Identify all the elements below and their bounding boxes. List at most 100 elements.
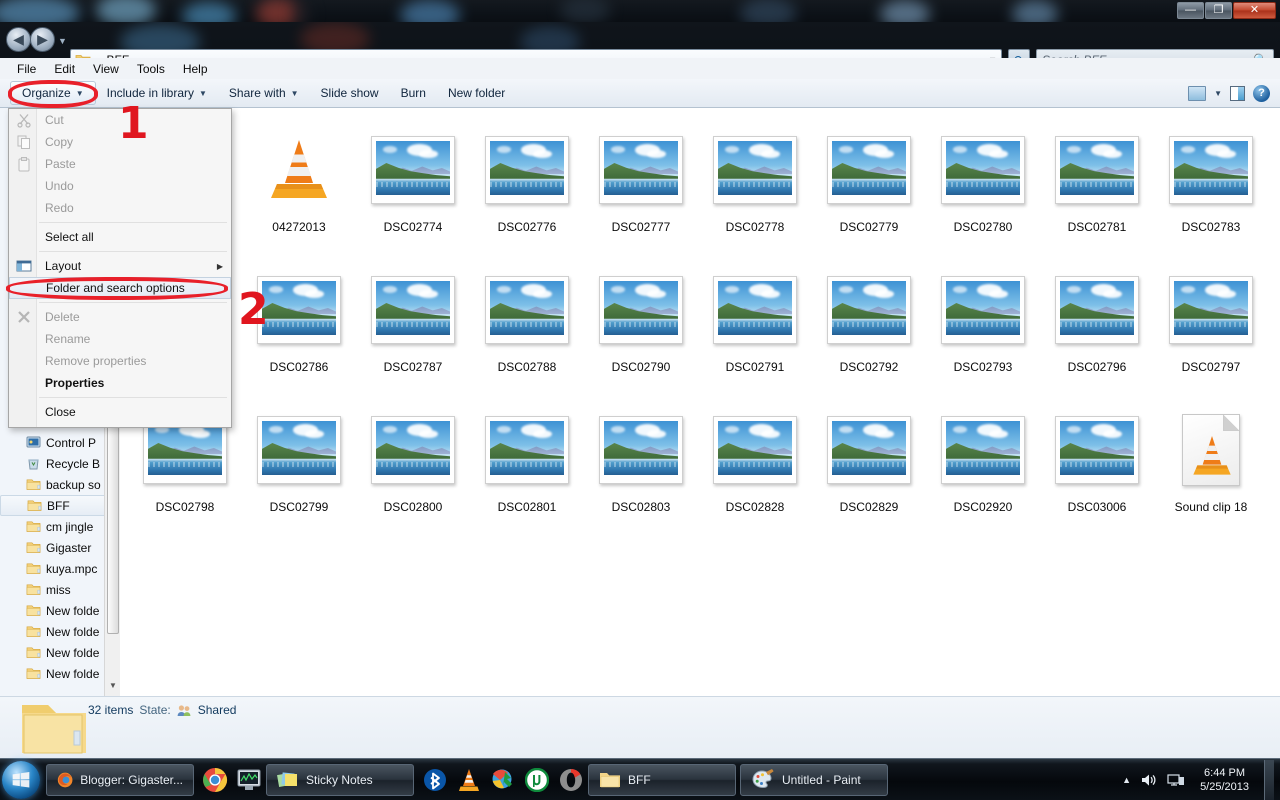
file-thumbnail[interactable]	[1154, 260, 1268, 360]
file-thumbnail[interactable]	[470, 260, 584, 360]
back-button[interactable]: ◀	[6, 27, 31, 52]
file-thumbnail[interactable]	[470, 120, 584, 220]
help-icon[interactable]: ?	[1253, 84, 1270, 102]
sidebar-item-new-folde[interactable]: New folde	[0, 642, 119, 663]
share-with-button[interactable]: Share with ▼	[218, 82, 310, 104]
file-list-pane[interactable]: 0427201304272013DSC02774DSC02776DSC02777…	[120, 108, 1280, 696]
taskbar-button-firefox[interactable]: Blogger: Gigaster...	[46, 763, 194, 796]
file-thumbnail[interactable]	[584, 120, 698, 220]
show-desktop-button[interactable]	[1264, 759, 1274, 800]
file-tile[interactable]: DSC02783	[1154, 120, 1268, 260]
sidebar-item-new-folde[interactable]: New folde	[0, 663, 119, 684]
history-dropdown-icon[interactable]: ▼	[58, 36, 67, 46]
taskbar-button-vlc[interactable]	[452, 763, 486, 797]
speaker-icon[interactable]	[1140, 772, 1158, 788]
file-thumbnail[interactable]	[242, 120, 356, 220]
change-view-icon[interactable]	[1188, 85, 1207, 101]
file-tile[interactable]: DSC02779	[812, 120, 926, 260]
organize-menu-items[interactable]: Cut Copy Paste Undo Redo Select all Layout ▶ Fol…	[9, 109, 231, 423]
menu-item-select-all[interactable]: Select all	[9, 226, 231, 248]
file-thumbnail[interactable]	[926, 400, 1040, 500]
slide-show-button[interactable]: Slide show	[310, 82, 390, 104]
menu-edit[interactable]: Edit	[45, 60, 84, 78]
system-tray[interactable]: ▲ 6:44 PM 5/25/2013	[1122, 759, 1280, 800]
file-tile[interactable]: DSC02793	[926, 260, 1040, 400]
network-icon[interactable]	[1167, 772, 1185, 788]
include-in-library-button[interactable]: Include in library ▼	[96, 82, 218, 104]
file-thumbnail[interactable]	[1154, 120, 1268, 220]
file-tile[interactable]: DSC02781	[1040, 120, 1154, 260]
start-orb-button[interactable]	[2, 760, 40, 799]
file-tile[interactable]: DSC02774	[356, 120, 470, 260]
file-thumbnail[interactable]	[926, 120, 1040, 220]
file-tile[interactable]: DSC02792	[812, 260, 926, 400]
address-bar[interactable]: ▸ BFF ▼	[70, 49, 1002, 58]
taskbar-button-opera[interactable]	[554, 763, 588, 797]
taskbar[interactable]: Blogger: Gigaster... Sticky Notes BFF Un…	[0, 758, 1280, 800]
close-button[interactable]: ✕	[1233, 2, 1276, 19]
file-tile[interactable]: DSC02796	[1040, 260, 1154, 400]
forward-button[interactable]: ▶	[30, 27, 55, 52]
taskbar-button-task-manager[interactable]	[232, 763, 266, 797]
menu-item-close[interactable]: Close	[9, 401, 231, 423]
taskbar-button-bluetooth[interactable]	[418, 763, 452, 797]
file-grid[interactable]: 0427201304272013DSC02774DSC02776DSC02777…	[120, 108, 1280, 540]
file-tile[interactable]: DSC02799	[242, 400, 356, 540]
search-input[interactable]: Search BFF 🔍	[1036, 49, 1274, 58]
window-controls[interactable]: — ❐ ✕	[1177, 2, 1276, 19]
taskbar-button-idm[interactable]	[486, 763, 520, 797]
preview-pane-icon[interactable]	[1230, 85, 1245, 101]
taskbar-button-sticky-notes[interactable]: Sticky Notes	[266, 763, 414, 796]
file-tile[interactable]: DSC02803	[584, 400, 698, 540]
menu-tools[interactable]: Tools	[128, 60, 174, 78]
show-hidden-icons-arrow[interactable]: ▲	[1122, 775, 1131, 785]
menu-file[interactable]: File	[8, 60, 45, 78]
sidebar-item-miss[interactable]: miss	[0, 579, 119, 600]
file-thumbnail[interactable]	[698, 400, 812, 500]
file-thumbnail[interactable]	[698, 120, 812, 220]
file-tile[interactable]: DSC02791	[698, 260, 812, 400]
file-tile[interactable]: DSC03006	[1040, 400, 1154, 540]
chevron-down-icon[interactable]: ▼	[1214, 89, 1222, 98]
menu-bar[interactable]: File Edit View Tools Help	[0, 58, 1280, 79]
sidebar-item-kuya-mpc[interactable]: kuya.mpc	[0, 558, 119, 579]
sidebar-item-control-p[interactable]: Control P	[0, 432, 119, 453]
file-tile[interactable]: DSC02787	[356, 260, 470, 400]
navigation-list[interactable]: Control P Recycle B backup so BFF cm jingle G…	[0, 432, 119, 684]
sidebar-item-recycle-b[interactable]: Recycle B	[0, 453, 119, 474]
menu-help[interactable]: Help	[174, 60, 217, 78]
file-tile[interactable]: DSC02790	[584, 260, 698, 400]
file-thumbnail[interactable]	[356, 260, 470, 360]
file-tile[interactable]: DSC02800	[356, 400, 470, 540]
file-tile[interactable]: DSC02778	[698, 120, 812, 260]
file-thumbnail[interactable]	[470, 400, 584, 500]
nav-scroll-down-arrow[interactable]: ▼	[105, 677, 121, 694]
file-thumbnail[interactable]	[356, 400, 470, 500]
file-thumbnail[interactable]	[1040, 400, 1154, 500]
file-thumbnail[interactable]	[356, 120, 470, 220]
taskbar-button-utorrent[interactable]	[520, 763, 554, 797]
taskbar-button-bff[interactable]: BFF	[588, 763, 736, 796]
restore-button[interactable]: ❐	[1205, 2, 1232, 19]
sidebar-item-backup-so[interactable]: backup so	[0, 474, 119, 495]
file-thumbnail[interactable]	[242, 400, 356, 500]
file-thumbnail[interactable]	[584, 400, 698, 500]
menu-view[interactable]: View	[84, 60, 128, 78]
file-tile[interactable]: DSC02776	[470, 120, 584, 260]
refresh-button[interactable]: ⟳	[1008, 49, 1030, 58]
sidebar-item-gigaster[interactable]: Gigaster	[0, 537, 119, 558]
clock[interactable]: 6:44 PM 5/25/2013	[1194, 766, 1255, 794]
file-tile[interactable]: DSC02788	[470, 260, 584, 400]
new-folder-button[interactable]: New folder	[437, 82, 516, 104]
file-tile[interactable]: DSC02801	[470, 400, 584, 540]
minimize-button[interactable]: —	[1177, 2, 1204, 19]
sidebar-item-cm-jingle[interactable]: cm jingle	[0, 516, 119, 537]
menu-item-layout[interactable]: Layout ▶	[9, 255, 231, 277]
file-thumbnail[interactable]	[1154, 400, 1268, 500]
file-thumbnail[interactable]	[1040, 260, 1154, 360]
file-tile[interactable]: DSC02797	[1154, 260, 1268, 400]
file-thumbnail[interactable]	[812, 400, 926, 500]
file-tile[interactable]: DSC02777	[584, 120, 698, 260]
sidebar-item-new-folde[interactable]: New folde	[0, 600, 119, 621]
file-tile[interactable]: DSC02920	[926, 400, 1040, 540]
